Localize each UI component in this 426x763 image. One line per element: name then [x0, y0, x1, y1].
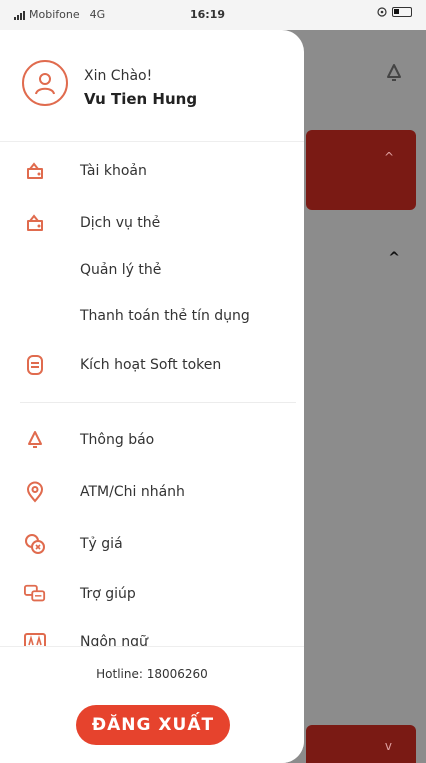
drawer-footer: Hotline: 18006260 ĐĂNG XUẤT — [0, 646, 304, 763]
menu-item-label: Thanh toán thẻ tín dụng — [80, 308, 250, 324]
chevron-up-icon: ^ — [388, 250, 400, 266]
menu-item-label: Kích hoạt Soft token — [80, 357, 222, 373]
menu-item-label: Tài khoản — [80, 163, 147, 179]
menu-item-credit-card-payment[interactable]: Thanh toán thẻ tín dụng — [0, 296, 304, 336]
background-card: ^ — [306, 130, 416, 210]
menu-item-label: Thông báo — [80, 432, 155, 448]
logout-button[interactable]: ĐĂNG XUẤT — [76, 705, 230, 745]
menu-item-label: Dịch vụ thẻ — [80, 215, 161, 231]
token-icon — [24, 354, 46, 376]
bell-icon — [387, 64, 401, 81]
greeting-text: Xin Chào! — [84, 68, 153, 84]
user-icon — [35, 73, 55, 95]
carrier-info: Mobifone 4G — [14, 8, 105, 21]
bell-icon — [24, 429, 46, 451]
status-time: 16:19 — [190, 8, 226, 21]
menu-item-label: ATM/Chi nhánh — [80, 484, 185, 500]
hotline-text[interactable]: Hotline: 18006260 — [0, 667, 304, 681]
alarm-icon — [377, 7, 387, 17]
carrier-name: Mobifone — [29, 8, 80, 21]
status-bar: Mobifone 4G 16:19 — [0, 0, 426, 30]
menu-item-exchange-rate[interactable]: Tỷ giá — [0, 524, 304, 564]
location-pin-icon — [24, 481, 46, 503]
menu-item-label: Quản lý thẻ — [80, 262, 162, 278]
chevron-down-icon: v — [384, 739, 392, 753]
help-chat-icon — [24, 583, 46, 605]
avatar — [22, 60, 68, 106]
menu-item-help[interactable]: Trợ giúp — [0, 574, 304, 614]
status-icons — [377, 7, 412, 17]
navigation-drawer: Xin Chào! Vu Tien Hung Tài khoản Dịch vụ… — [0, 30, 304, 763]
network-type: 4G — [89, 8, 106, 21]
background-card: v — [306, 725, 416, 763]
menu-item-account[interactable]: Tài khoản — [0, 151, 304, 191]
menu-divider — [20, 402, 296, 403]
menu-item-label: Tỷ giá — [80, 536, 123, 552]
menu-item-card-management[interactable]: Quản lý thẻ — [0, 250, 304, 290]
user-name: Vu Tien Hung — [84, 90, 198, 108]
menu-item-notifications[interactable]: Thông báo — [0, 420, 304, 460]
wallet-icon — [24, 212, 46, 234]
menu-item-soft-token[interactable]: Kích hoạt Soft token — [0, 345, 304, 385]
wallet-icon — [24, 160, 46, 182]
menu-item-label: Trợ giúp — [80, 586, 136, 602]
profile-header[interactable]: Xin Chào! Vu Tien Hung — [0, 30, 304, 142]
signal-icon — [14, 10, 25, 20]
battery-icon — [392, 7, 412, 17]
menu-item-atm-branch[interactable]: ATM/Chi nhánh — [0, 472, 304, 512]
exchange-rate-icon — [24, 533, 46, 555]
chevron-up-icon: ^ — [383, 150, 394, 164]
menu-item-card-services[interactable]: Dịch vụ thẻ — [0, 203, 304, 243]
